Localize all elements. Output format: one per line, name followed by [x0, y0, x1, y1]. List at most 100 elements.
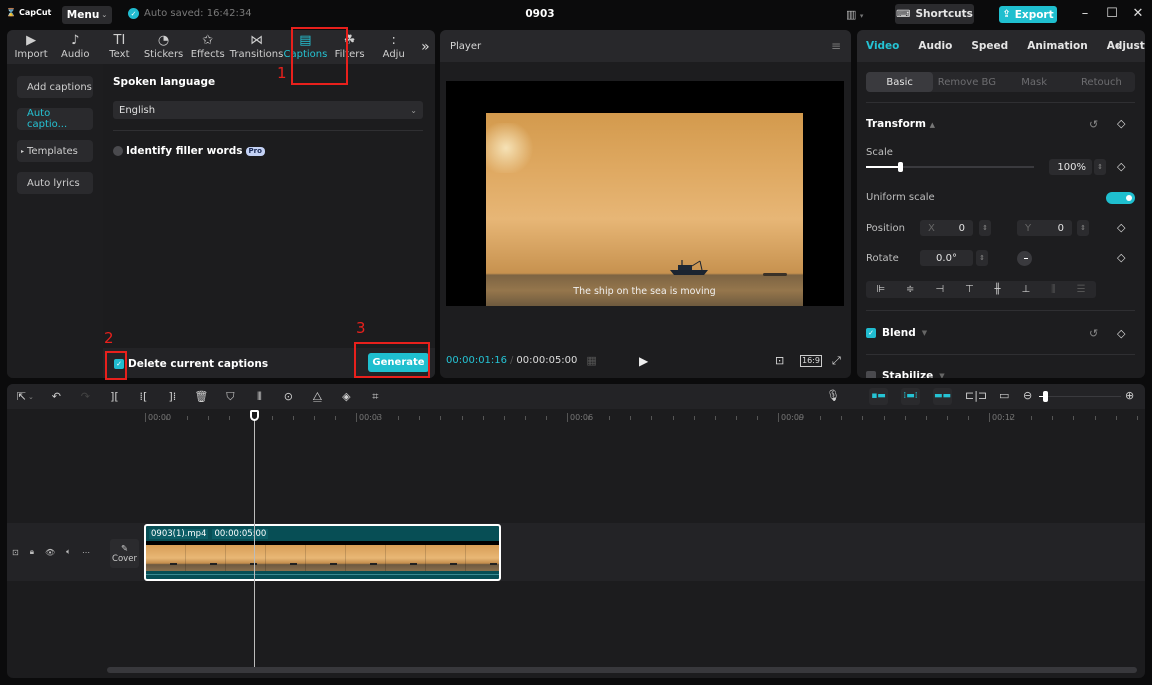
filler-words-checkbox[interactable]	[113, 146, 123, 156]
redo-icon[interactable]: ↷	[71, 390, 100, 403]
timeline-grid-icon[interactable]: ▦	[586, 354, 596, 367]
fullscreen-icon[interactable]: ⤢	[832, 354, 841, 368]
fit-view-icon[interactable]: ⊡	[775, 354, 784, 367]
position-x-stepper[interactable]: ⇕	[979, 220, 991, 236]
video-clip[interactable]: 0903(1).mp4 00:00:05:00	[144, 524, 501, 581]
auto-captions-button[interactable]: Auto captio...	[17, 108, 93, 130]
rotate-stepper[interactable]: ⇕	[976, 250, 988, 266]
microphone-icon[interactable]: 🎙︎	[826, 389, 840, 402]
caption-overlay[interactable]: The ship on the sea is moving	[486, 286, 803, 297]
templates-button[interactable]: ▸ Templates	[17, 140, 93, 162]
tab-speed[interactable]: Speed	[971, 40, 1008, 52]
cover-button[interactable]: ✎ Cover	[110, 539, 139, 568]
keyframe-icon[interactable]: ◇	[1117, 251, 1125, 264]
scale-slider-handle[interactable]	[897, 162, 903, 172]
reset-icon[interactable]: ↺	[1089, 118, 1098, 131]
reverse-icon[interactable]: ⊙	[274, 390, 303, 403]
split-right-icon[interactable]: ]⁞	[158, 390, 187, 403]
language-select[interactable]: English ⌄	[113, 101, 423, 119]
align-bottom-icon[interactable]: ⊥	[1021, 284, 1030, 295]
keyframe-icon[interactable]: ◇	[1117, 327, 1125, 340]
tab-video[interactable]: Video	[866, 40, 899, 52]
close-button[interactable]: ✕	[1130, 6, 1146, 21]
tab-effects[interactable]: ✩ Effects	[186, 30, 230, 64]
tab-transitions[interactable]: ⋈ Transitions	[230, 30, 284, 64]
auto-lyrics-button[interactable]: Auto lyrics	[17, 172, 93, 194]
video-viewer[interactable]: The ship on the sea is moving	[446, 81, 844, 306]
stabilize-section[interactable]: Stabilize ▼	[866, 370, 945, 378]
play-button[interactable]: ▶	[639, 354, 648, 368]
filler-words-option[interactable]: Identify filler words Pro	[113, 145, 265, 157]
tab-text[interactable]: TI Text	[97, 30, 141, 64]
visibility-icon[interactable]: 👁︎	[45, 548, 55, 557]
menu-icon[interactable]: ≡	[831, 39, 841, 53]
position-y-input[interactable]: Y 0	[1017, 220, 1072, 236]
split-preview-icon[interactable]: ⊏|⊐	[965, 389, 987, 402]
scale-input[interactable]: 100%	[1049, 159, 1092, 175]
delete-icon[interactable]: 🗑︎	[187, 390, 216, 403]
blend-section[interactable]: ✓ Blend ▼	[866, 327, 927, 339]
lock-icon[interactable]: 🔒︎	[30, 547, 34, 557]
align-top-icon[interactable]: ⊤	[965, 284, 974, 295]
mirror-icon[interactable]: ⧋	[303, 390, 332, 404]
subtab-basic[interactable]: Basic	[866, 72, 934, 92]
aspect-ratio-button[interactable]: 16:9	[800, 354, 822, 367]
more-options-icon[interactable]: ⋯	[82, 548, 90, 557]
mute-icon[interactable]: 🔈︎	[66, 547, 71, 557]
align-left-icon[interactable]: ⊫	[876, 284, 885, 295]
preview-axis-icon[interactable]: ▭	[999, 389, 1009, 402]
auto-snap-icon[interactable]: ⁞▬⁞	[901, 388, 920, 405]
align-center-h-icon[interactable]: ≑	[906, 284, 914, 295]
layout-icon[interactable]: ▥ ▾	[846, 8, 863, 21]
tab-stickers[interactable]: ◔ Stickers	[141, 30, 185, 64]
position-y-stepper[interactable]: ⇕	[1077, 220, 1089, 236]
time-ruler[interactable]: 00:00 00:03 00:06 00:09 00:12	[7, 409, 1145, 427]
delete-captions-option[interactable]: ✓ Delete current captions	[114, 358, 268, 370]
uniform-scale-toggle[interactable]	[1106, 192, 1135, 204]
blend-checkbox[interactable]: ✓	[866, 328, 876, 338]
tab-adju[interactable]: : Adju	[372, 30, 416, 64]
tab-animation[interactable]: Animation	[1027, 40, 1088, 52]
tab-import[interactable]: ▶ Import	[9, 30, 53, 64]
export-button[interactable]: ⇪ Export	[999, 6, 1057, 23]
distribute-h-icon[interactable]: ⫼	[1051, 284, 1056, 295]
zoom-in-icon[interactable]: ⊕	[1125, 389, 1134, 402]
linkage-icon[interactable]: ▬▬	[933, 388, 952, 405]
marker-icon[interactable]: ⛉	[216, 390, 245, 404]
more-tabs-icon[interactable]: »	[1115, 40, 1122, 52]
scale-slider[interactable]	[866, 162, 1034, 172]
position-x-input[interactable]: X 0	[920, 220, 973, 236]
rotate-icon[interactable]: ◈	[332, 390, 361, 403]
zoom-out-icon[interactable]: ⊖	[1023, 389, 1032, 402]
menu-button[interactable]: Menu ⌄	[62, 6, 112, 24]
scale-stepper[interactable]: ⇕	[1094, 159, 1106, 175]
subtab-retouch[interactable]: Retouch	[1068, 72, 1135, 92]
subtab-mask[interactable]: Mask	[1001, 72, 1068, 92]
stabilize-checkbox[interactable]	[866, 371, 876, 378]
split-left-icon[interactable]: ⁞[	[129, 390, 158, 403]
zoom-slider-handle[interactable]	[1043, 391, 1049, 402]
keyframe-icon[interactable]: ◇	[1117, 221, 1125, 234]
freeze-frame-icon[interactable]: ⫴	[245, 390, 274, 404]
timeline-scrollbar[interactable]	[107, 667, 1137, 673]
playhead-handle[interactable]	[250, 410, 259, 421]
distribute-v-icon[interactable]: ☰	[1077, 284, 1086, 295]
keyframe-icon[interactable]: ◇	[1117, 160, 1125, 173]
timeline-zoom-slider[interactable]	[1039, 391, 1121, 402]
align-right-icon[interactable]: ⊣	[935, 284, 944, 295]
shortcuts-button[interactable]: ⌨ Shortcuts	[895, 4, 974, 24]
minimize-button[interactable]: –	[1077, 6, 1093, 21]
rotate-dial[interactable]	[1017, 251, 1032, 266]
chevron-down-icon[interactable]: ⌄	[28, 393, 34, 401]
crop-icon[interactable]: ⌗	[361, 390, 390, 404]
maximize-button[interactable]: ☐	[1104, 6, 1120, 21]
playhead-line[interactable]	[254, 414, 255, 669]
split-icon[interactable]: ][	[100, 390, 129, 403]
undo-icon[interactable]: ↶	[42, 390, 71, 403]
rotate-input[interactable]: 0.0°	[920, 250, 973, 266]
more-tools-icon[interactable]: »	[416, 30, 435, 64]
tab-adjustment[interactable]: Adjustment	[1107, 40, 1145, 52]
tab-audio[interactable]: ♪ Audio	[53, 30, 97, 64]
tab-audio[interactable]: Audio	[918, 40, 952, 52]
reset-icon[interactable]: ↺	[1089, 327, 1098, 340]
